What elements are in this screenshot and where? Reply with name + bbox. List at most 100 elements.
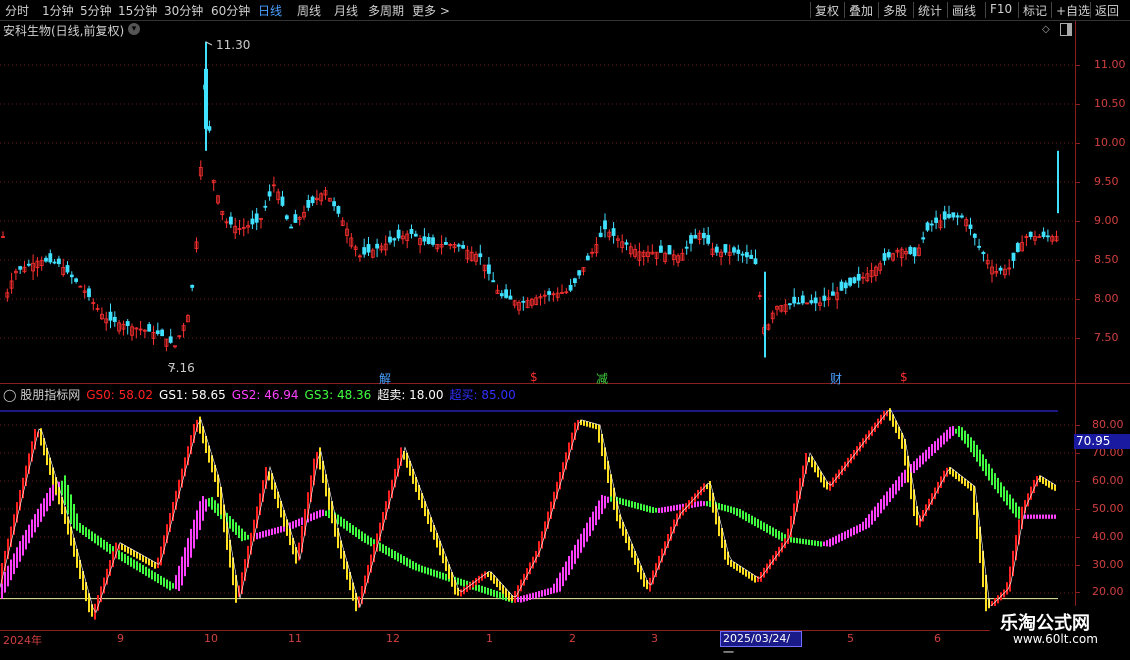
candle-body <box>972 233 977 238</box>
period-tab-4[interactable]: 30分钟 <box>164 2 203 19</box>
candle-body <box>289 226 294 229</box>
indicator-axis-label: 40.00 <box>1092 530 1124 543</box>
candle-body <box>831 291 835 296</box>
x-axis-label: 1 <box>486 632 493 645</box>
candle-body <box>843 282 848 289</box>
toolbar-separator <box>947 2 948 18</box>
indicator-axis-tick <box>1075 565 1080 566</box>
period-tab-8[interactable]: 月线 <box>334 2 358 19</box>
price-axis-label: 10.00 <box>1094 136 1126 149</box>
candle-body <box>856 273 861 281</box>
x-axis-label: 12 <box>386 632 400 645</box>
indicator-axis-label: 20.00 <box>1092 585 1124 598</box>
candle-body <box>659 245 663 253</box>
crosshair-date: 2025/03/24/一 <box>720 631 802 659</box>
indicator-axis-label: 60.00 <box>1092 474 1124 487</box>
candle-body <box>706 234 711 244</box>
candle-body <box>87 288 91 298</box>
candle-body <box>796 302 801 305</box>
candle-body <box>207 126 212 131</box>
candle-body <box>362 247 367 255</box>
x-axis-label: 2024年 <box>3 634 42 647</box>
candle-body <box>57 258 61 265</box>
toolbar-separator <box>810 2 811 18</box>
period-tab-6[interactable]: 日线 <box>258 2 282 19</box>
indicator-chart[interactable] <box>0 400 1075 630</box>
period-tab-5[interactable]: 60分钟 <box>211 2 250 19</box>
candle-body <box>336 206 341 214</box>
candle-body <box>504 289 509 298</box>
diamond-icon[interactable]: ◇ <box>1042 24 1050 35</box>
candle-body <box>409 229 414 234</box>
candle-body <box>585 255 590 261</box>
period-tab-9[interactable]: 多周期 <box>368 2 404 19</box>
candle-body <box>508 295 513 300</box>
indicator-axis-tick <box>1075 592 1080 593</box>
candle-body <box>461 245 466 249</box>
x-axis-label: 11 <box>288 632 302 645</box>
price-axis-tick <box>1075 338 1080 339</box>
candle-body <box>18 266 23 270</box>
candle-body <box>388 236 392 243</box>
candle-body <box>168 336 173 343</box>
indicator-axis-label: 80.00 <box>1092 418 1124 431</box>
event-marker[interactable]: 减 <box>596 370 608 387</box>
event-marker[interactable]: 财 <box>830 370 842 387</box>
toolbar-button-1[interactable]: 叠加 <box>849 2 873 19</box>
low-price-label: 7.16 <box>168 361 195 375</box>
candle-body <box>947 214 951 218</box>
period-tab-7[interactable]: 周线 <box>297 2 321 19</box>
price-chart[interactable]: 11.30 7.16 <box>0 36 1075 382</box>
period-tab-0[interactable]: 分时 <box>5 2 29 19</box>
x-axis-label: 3 <box>651 632 658 645</box>
toolbar-separator <box>1090 2 1091 18</box>
candle-body <box>977 245 981 248</box>
x-axis-label: 6 <box>934 632 941 645</box>
panel-divider <box>0 383 1130 384</box>
toolbar-button-2[interactable]: 多股 <box>883 2 907 19</box>
candle-body <box>603 220 607 230</box>
candle-body <box>125 321 130 326</box>
toolbar-button-7[interactable]: +自选 <box>1056 2 1090 19</box>
candle-body <box>577 270 582 276</box>
candle-body <box>912 247 917 257</box>
chevron-down-icon[interactable]: ▾ <box>128 23 140 35</box>
candle-body <box>723 244 728 253</box>
event-marker[interactable]: $ <box>530 370 538 384</box>
candle-body <box>228 216 233 225</box>
event-marker[interactable]: $ <box>900 370 908 384</box>
right-axis-line <box>1075 21 1076 630</box>
candle-body <box>69 274 74 278</box>
period-tab-2[interactable]: 5分钟 <box>80 2 112 19</box>
period-tab-3[interactable]: 15分钟 <box>118 2 157 19</box>
indicator-axis-label: 50.00 <box>1092 502 1124 515</box>
candle-body <box>112 316 117 322</box>
candle-body <box>426 236 431 245</box>
x-axis-label: 10 <box>204 632 218 645</box>
candle-body <box>960 215 964 218</box>
indicator-axis-tick <box>1075 425 1080 426</box>
candle-body <box>1015 243 1020 252</box>
candle-body <box>491 280 496 283</box>
toolbar-button-4[interactable]: 画线 <box>952 2 976 19</box>
period-tab-10[interactable]: 更多 > <box>412 2 450 19</box>
toolbar-button-5[interactable]: F10 <box>990 2 1012 16</box>
candle-body <box>478 253 483 258</box>
toolbar-button-8[interactable]: 返回 <box>1095 2 1119 19</box>
candle-body <box>740 253 745 256</box>
candle-body <box>190 284 195 288</box>
toolbar-button-3[interactable]: 统计 <box>918 2 942 19</box>
toolbar-button-0[interactable]: 复权 <box>815 2 839 19</box>
candle-body <box>375 243 380 249</box>
event-marker[interactable]: 解 <box>379 370 391 387</box>
candle-body <box>366 244 371 253</box>
candle-body <box>1011 252 1016 261</box>
candle-body <box>886 252 891 258</box>
price-axis-tick <box>1075 143 1080 144</box>
candle-body <box>65 265 70 273</box>
period-tab-1[interactable]: 1分钟 <box>42 2 74 19</box>
panel-toggle-icon[interactable] <box>1060 23 1072 36</box>
toolbar-button-6[interactable]: 标记 <box>1023 2 1047 19</box>
toolbar-separator <box>878 2 879 18</box>
candle-body <box>882 253 887 261</box>
